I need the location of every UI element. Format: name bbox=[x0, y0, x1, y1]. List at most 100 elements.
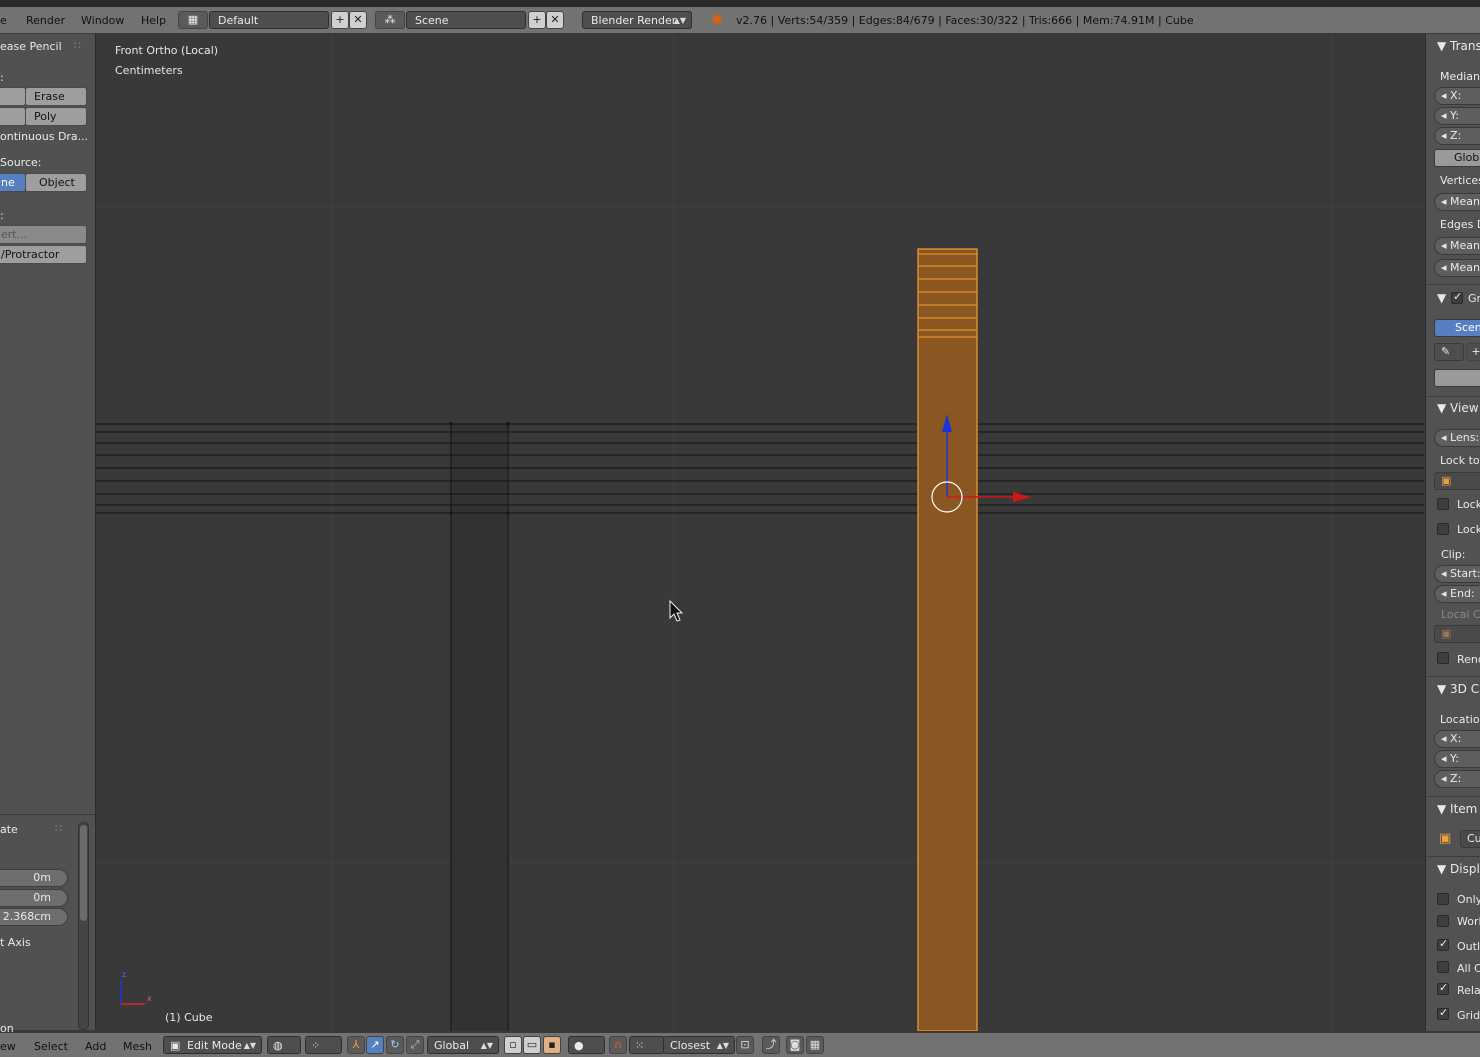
translate-y-field[interactable]: 0m bbox=[0, 889, 68, 907]
3d-viewport[interactable]: Front Ortho (Local) Centimeters (1) Cube… bbox=[96, 34, 1424, 1031]
3d-cursor-panel-header[interactable]: ▼ 3D Cu bbox=[1437, 682, 1480, 696]
mean-crease-field[interactable]: ◂ Mean C bbox=[1434, 259, 1480, 277]
lock-to-cursor-checkbox[interactable] bbox=[1437, 498, 1449, 510]
scene-type-icon[interactable]: ⁂ bbox=[375, 11, 405, 29]
rotate-manipulator-icon[interactable]: ↻ bbox=[386, 1036, 404, 1054]
cursor-y-field[interactable]: ◂ Y: bbox=[1434, 750, 1480, 768]
grid-floor-checkbox[interactable] bbox=[1437, 1006, 1449, 1020]
world-background-checkbox[interactable] bbox=[1437, 915, 1449, 927]
outline-selected-label: Outli bbox=[1457, 940, 1480, 953]
median-y-field[interactable]: ◂ Y: bbox=[1434, 107, 1480, 125]
mean-bevel-vertex-field[interactable]: ◂ Mean bbox=[1434, 193, 1480, 211]
transform-panel-header[interactable]: ▼ Trans bbox=[1437, 39, 1480, 53]
grease-pencil-panel-header[interactable]: ▼ bbox=[1437, 291, 1446, 305]
cursor-x-field[interactable]: ◂ X: bbox=[1434, 730, 1480, 748]
operator-drag-icon[interactable]: ∷ bbox=[55, 822, 62, 835]
menu-add[interactable]: Add bbox=[85, 1040, 106, 1053]
face-select-icon[interactable]: ▪ bbox=[543, 1036, 561, 1054]
menu-file[interactable]: e bbox=[0, 14, 7, 27]
scale-manipulator-icon[interactable]: ⤢ bbox=[406, 1036, 424, 1054]
proportional-editing-dropdown[interactable]: ● bbox=[568, 1036, 605, 1054]
menu-help[interactable]: Help bbox=[141, 14, 166, 27]
mean-bevel-edge-field[interactable]: ◂ Mean bbox=[1434, 237, 1480, 255]
gp-scene-button[interactable]: Scene bbox=[1434, 319, 1480, 337]
vertex-select-icon[interactable]: ▫ bbox=[504, 1036, 522, 1054]
source-scene-button[interactable]: ne bbox=[0, 173, 26, 192]
render-animation-icon[interactable]: ▦ bbox=[806, 1036, 824, 1054]
close-layout-icon[interactable]: ✕ bbox=[349, 11, 367, 29]
layout-dropdown[interactable]: Default bbox=[209, 11, 329, 29]
viewport-canvas[interactable] bbox=[96, 34, 1424, 1031]
menu-select[interactable]: Select bbox=[34, 1040, 68, 1053]
render-image-icon[interactable]: ◙ bbox=[786, 1036, 804, 1054]
snap-element-icon: ⁙ bbox=[635, 1039, 645, 1052]
ruler-protractor-button[interactable]: /Protractor bbox=[0, 245, 87, 264]
pivot-dropdown[interactable]: ⁘ bbox=[305, 1036, 342, 1054]
selected-cube-mesh[interactable] bbox=[917, 248, 978, 1031]
mode-dropdown[interactable]: ▣ Edit Mode ▲▼ bbox=[163, 1036, 262, 1054]
translate-manipulator-icon[interactable]: ↗ bbox=[366, 1036, 384, 1054]
operator-scrollbar[interactable] bbox=[78, 822, 89, 1030]
item-panel-header[interactable]: ▼ Item bbox=[1437, 802, 1477, 816]
drag-handle-icon[interactable]: ∷ bbox=[74, 39, 81, 52]
layout-type-icon[interactable]: ▦ bbox=[178, 11, 208, 29]
clip-start-field[interactable]: ◂ Start: bbox=[1434, 565, 1480, 583]
outline-selected-checkbox[interactable] bbox=[1437, 937, 1449, 951]
only-render-checkbox[interactable] bbox=[1437, 893, 1449, 905]
clip-end-field[interactable]: ◂ End: bbox=[1434, 585, 1480, 603]
translate-z-field[interactable]: 2.368cm bbox=[0, 908, 68, 926]
manipulator-toggle-icon[interactable]: ⅄ bbox=[347, 1036, 365, 1054]
scene-dropdown[interactable]: Scene bbox=[406, 11, 526, 29]
tool-shelf: ease Pencil ∷ : Erase Poly ontinuous Dra… bbox=[0, 34, 96, 1035]
source-object-button[interactable]: Object bbox=[25, 173, 87, 192]
pencil-icon[interactable]: ✎ bbox=[1434, 343, 1464, 361]
global-local-toggle[interactable]: Globa bbox=[1434, 149, 1480, 167]
updown-arrow-icon: ▲▼ bbox=[243, 1041, 256, 1050]
lock-object-field[interactable]: ▣ bbox=[1434, 472, 1480, 490]
poly-button[interactable]: Poly bbox=[25, 107, 87, 126]
translate-x-field[interactable]: 0m bbox=[0, 869, 68, 887]
menu-render[interactable]: Render bbox=[26, 14, 65, 27]
menu-window[interactable]: Window bbox=[81, 14, 124, 27]
edge-select-icon[interactable]: ▭ bbox=[523, 1036, 541, 1054]
mean-crease-label: Mean C bbox=[1450, 261, 1480, 274]
erase-button[interactable]: Erase bbox=[25, 87, 87, 106]
cursor-z-label: Z: bbox=[1450, 772, 1462, 785]
draw-button[interactable] bbox=[0, 87, 26, 106]
add-layout-icon[interactable]: + bbox=[331, 11, 349, 29]
gp-new-button[interactable] bbox=[1434, 369, 1480, 387]
snap-target-dropdown[interactable]: Closest ▲▼ bbox=[663, 1036, 735, 1054]
median-x-field[interactable]: ◂ X: bbox=[1434, 87, 1480, 105]
snap-magnet-icon[interactable]: ∩ bbox=[609, 1036, 627, 1054]
add-scene-icon[interactable]: + bbox=[528, 11, 546, 29]
all-object-origins-checkbox[interactable] bbox=[1437, 961, 1449, 973]
opengl-render-icon[interactable]: ⤴ bbox=[762, 1036, 780, 1054]
grease-pencil-title-right: Gr bbox=[1468, 292, 1480, 305]
draw-label: : bbox=[0, 71, 4, 84]
scene-name: Scene bbox=[415, 14, 449, 27]
lock-camera-checkbox[interactable] bbox=[1437, 523, 1449, 535]
snap-onto-self-icon[interactable]: ⊡ bbox=[736, 1036, 754, 1054]
close-scene-icon[interactable]: ✕ bbox=[546, 11, 564, 29]
object-name-field[interactable]: Cu bbox=[1460, 830, 1480, 848]
lens-field[interactable]: ◂ Lens: bbox=[1434, 429, 1480, 447]
render-border-checkbox[interactable] bbox=[1437, 652, 1449, 664]
snap-element-dropdown[interactable]: ⁙ bbox=[629, 1036, 665, 1054]
cursor-z-field[interactable]: ◂ Z: bbox=[1434, 770, 1480, 788]
view-panel-header[interactable]: ▼ View bbox=[1437, 401, 1479, 415]
menu-mesh[interactable]: Mesh bbox=[123, 1040, 152, 1053]
grease-pencil-checkbox[interactable] bbox=[1451, 290, 1463, 304]
render-engine-dropdown[interactable]: Blender Render ▲▼ bbox=[582, 11, 692, 29]
continuous-drawing-label[interactable]: ontinuous Dra... bbox=[0, 130, 88, 143]
relationship-lines-checkbox[interactable] bbox=[1437, 981, 1449, 995]
menu-view[interactable]: ew bbox=[0, 1040, 16, 1053]
gp-add-icon[interactable]: + bbox=[1466, 343, 1480, 361]
lock-to-object-label: Lock to bbox=[1440, 454, 1480, 467]
median-z-field[interactable]: ◂ Z: bbox=[1434, 127, 1480, 145]
display-panel-header[interactable]: ▼ Displa bbox=[1437, 862, 1480, 876]
local-camera-field[interactable]: ▣ bbox=[1434, 625, 1480, 643]
orientation-dropdown[interactable]: Global ▲▼ bbox=[427, 1036, 499, 1054]
ruler-field[interactable]: ert... bbox=[0, 225, 87, 244]
line-button[interactable] bbox=[0, 107, 26, 126]
shading-dropdown[interactable]: ◍ bbox=[267, 1036, 301, 1054]
